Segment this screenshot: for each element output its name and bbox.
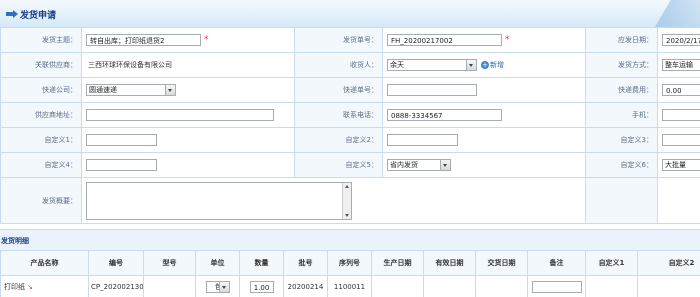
column-header: 序列号: [327, 250, 372, 276]
ship-method-value: 整车运输: [665, 61, 693, 69]
delivery-date[interactable]: [475, 275, 528, 297]
required-mark: *: [505, 35, 510, 45]
product-code: CP_20200213002: [88, 275, 144, 297]
required-mark: *: [204, 35, 209, 45]
ship-method-label: 发货方式：: [585, 52, 658, 78]
column-header: 批号: [283, 250, 328, 276]
custom2-cell[interactable]: [637, 275, 700, 297]
supplier-label: 关联供应商：: [0, 52, 82, 78]
table-row: 打印纸↘ CP_20200213002 包 1.00 20200214 1100…: [0, 275, 700, 297]
courier-fee-input[interactable]: 0.00: [662, 84, 700, 96]
memo-label: 发货概要：: [0, 177, 82, 224]
remark-input[interactable]: [531, 281, 582, 293]
receiver-select[interactable]: 余天: [387, 59, 477, 71]
arrow-right-icon: [6, 10, 18, 18]
product-name: 打印纸: [4, 283, 25, 291]
memo-empty-cell: [585, 177, 658, 224]
arrow-icon[interactable]: ↘: [27, 283, 33, 291]
custom2-label: 自定义2：: [294, 127, 383, 153]
custom6-label: 自定义6：: [585, 152, 658, 178]
details-table-wrapper: 产品名称 编号 型号 单位 数量 批号 序列号 生产日期 有效日期 交货日期 备…: [0, 250, 700, 297]
shipment-form: 发货主题： 转自出库；打印纸退货2 * 发货单号： FH_20200217002 *…: [0, 27, 700, 224]
courier-select[interactable]: 圆通速递: [86, 84, 176, 96]
custom5-select[interactable]: 省内发货: [387, 159, 451, 171]
details-section-title: 发货明细: [1, 237, 29, 245]
tracking-no-input[interactable]: [387, 84, 477, 96]
column-header: 单位: [195, 250, 240, 276]
unit-select[interactable]: 包: [205, 281, 230, 293]
column-header: 交货日期: [475, 250, 528, 276]
ship-date-input[interactable]: 2020/2/17: [662, 34, 700, 46]
supplier-address-label: 供应商地址：: [0, 102, 82, 128]
custom1-label: 自定义1：: [0, 127, 82, 153]
column-header: 有效日期: [423, 250, 476, 276]
custom5-label: 自定义5：: [294, 152, 383, 178]
ship-date-label: 应发日期：: [585, 27, 658, 53]
courier-value: 圆通速递: [89, 86, 117, 94]
column-header: 型号: [143, 250, 196, 276]
unit-cell[interactable]: 包: [195, 275, 240, 297]
custom1-cell[interactable]: [585, 275, 638, 297]
custom1-input[interactable]: [86, 134, 157, 146]
column-header: 生产日期: [371, 250, 424, 276]
custom2-input[interactable]: [387, 134, 458, 146]
tracking-no-label: 快递单号：: [294, 77, 383, 103]
phone-label: 联系电话：: [294, 102, 383, 128]
plus-circle-icon: +: [481, 61, 489, 69]
supplier-address-input[interactable]: [86, 109, 274, 121]
column-header: 数量: [239, 250, 284, 276]
details-header-row: 产品名称 编号 型号 单位 数量 批号 序列号 生产日期 有效日期 交货日期 备…: [0, 250, 700, 276]
add-receiver-button[interactable]: + 新增: [481, 61, 504, 69]
column-header: 自定义2: [637, 250, 700, 276]
courier-label: 快递公司：: [0, 77, 82, 103]
order-no-input[interactable]: FH_20200217002: [387, 34, 502, 46]
add-receiver-label: 新增: [490, 61, 504, 69]
mobile-input[interactable]: [662, 109, 700, 121]
chevron-down-icon[interactable]: [218, 282, 229, 292]
column-header: 产品名称: [0, 250, 89, 276]
custom6-select[interactable]: 大批量: [662, 159, 700, 171]
qty-cell: 1.00: [239, 275, 284, 297]
custom5-value: 省内发货: [390, 161, 418, 169]
ship-method-select[interactable]: 整车运输: [662, 59, 700, 71]
custom3-input[interactable]: [662, 134, 700, 146]
product-name-cell[interactable]: 打印纸 ↘: [0, 275, 89, 297]
page-title: 发货申请: [20, 11, 57, 21]
custom4-label: 自定义4：: [0, 152, 82, 178]
memo-empty-value: [657, 177, 700, 224]
receiver-value: 余天: [390, 61, 404, 69]
batch-no: 20200214: [283, 275, 328, 297]
subject-input[interactable]: 转自出库；打印纸退货2: [86, 34, 201, 46]
column-header: 编号: [88, 250, 144, 276]
serial-no: 1100011: [327, 275, 372, 297]
header-decoration: [640, 0, 700, 27]
supplier-value[interactable]: 三西环球环保设备有限公司: [81, 52, 295, 78]
qty-input[interactable]: 1.00: [249, 281, 274, 293]
custom6-value: 大批量: [665, 161, 686, 169]
custom3-label: 自定义3：: [585, 127, 658, 153]
memo-textarea[interactable]: [86, 181, 352, 220]
column-header: 备注: [527, 250, 586, 276]
scrollbar[interactable]: [342, 182, 351, 219]
receiver-label: 收货人：: [294, 52, 383, 78]
chevron-down-icon[interactable]: [440, 160, 450, 170]
production-date[interactable]: [371, 275, 424, 297]
order-no-label: 发货单号：: [294, 27, 383, 53]
details-table: 产品名称 编号 型号 单位 数量 批号 序列号 生产日期 有效日期 交货日期 备…: [0, 250, 700, 297]
page-header: 发货申请: [0, 0, 700, 28]
chevron-down-icon[interactable]: [165, 85, 175, 95]
column-header: 自定义1: [585, 250, 638, 276]
subject-label: 发货主题：: [0, 27, 82, 53]
mobile-label: 手机：: [585, 102, 658, 128]
phone-input[interactable]: 0888-3334567: [387, 109, 502, 121]
courier-fee-label: 快递费用：: [585, 77, 658, 103]
product-model: [143, 275, 196, 297]
chevron-down-icon[interactable]: [466, 60, 476, 70]
custom4-input[interactable]: [86, 159, 157, 171]
details-section-header: 发货明细: [0, 229, 700, 251]
remark-cell: [527, 275, 586, 297]
expiry-date[interactable]: [423, 275, 476, 297]
